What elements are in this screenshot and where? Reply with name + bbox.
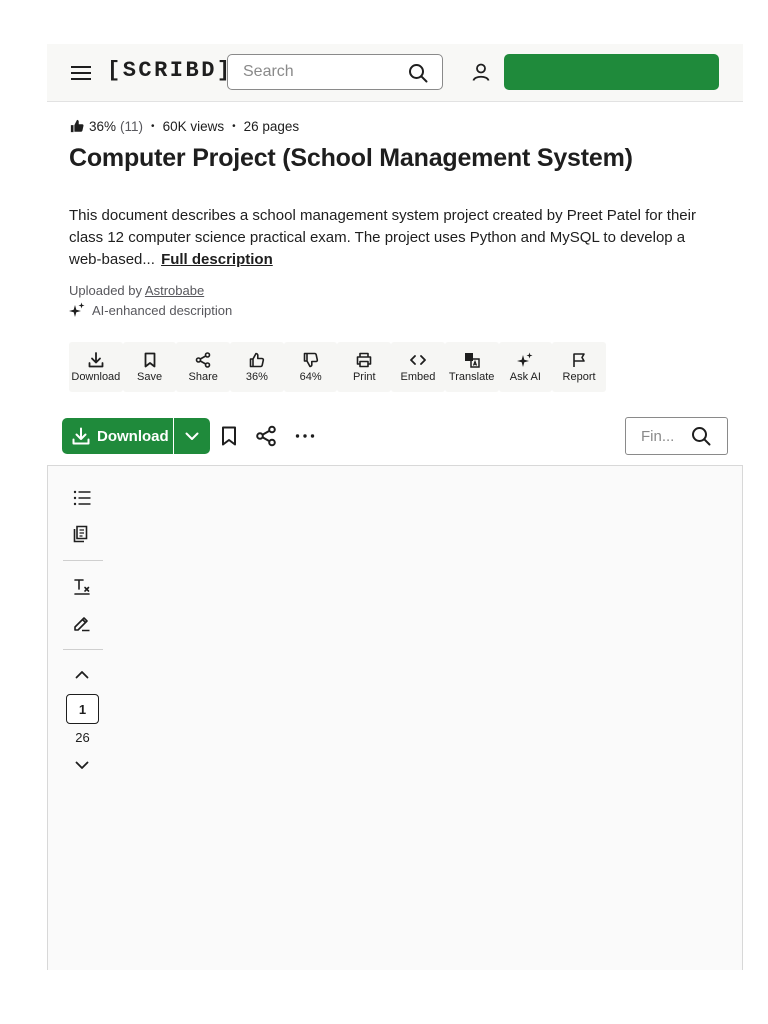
chevron-up-icon[interactable] (73, 666, 91, 684)
find-in-document (625, 417, 728, 455)
search-input[interactable] (229, 56, 399, 88)
action-label: Save (136, 370, 163, 383)
document-viewer: 1 26 (47, 465, 743, 970)
document-description: This document describes a school managem… (69, 205, 719, 271)
sparkle-icon (69, 302, 85, 317)
page-thumbnails-icon[interactable] (73, 525, 91, 543)
action-print[interactable]: Print (337, 342, 392, 392)
action-label: Translate (448, 370, 495, 383)
search-icon[interactable] (691, 426, 711, 446)
action-report[interactable]: Report (552, 342, 606, 392)
uploaded-by-label: Uploaded by (69, 283, 142, 298)
cta-button[interactable] (504, 54, 719, 90)
separator-dot: • (151, 120, 155, 132)
uploaded-by: Uploaded by Astrobabe (69, 283, 204, 298)
bookmark-icon (144, 352, 155, 367)
search-box (227, 54, 443, 90)
action-like[interactable]: 36% (230, 342, 284, 392)
user-icon[interactable] (471, 62, 491, 82)
action-translate[interactable]: Translate (444, 342, 499, 392)
separator-dot: • (232, 120, 236, 132)
ai-note: AI-enhanced description (69, 302, 232, 318)
thumbs-up-icon (249, 352, 265, 367)
text-size-icon[interactable] (73, 578, 91, 596)
action-embed[interactable]: Embed (391, 342, 445, 392)
thumbs-up-icon (70, 119, 84, 133)
full-description-link[interactable]: Full description (161, 251, 273, 268)
share-icon (195, 351, 211, 368)
site-header: [SCRIBD] (47, 44, 743, 102)
flag-icon (573, 352, 585, 367)
find-input[interactable] (627, 419, 683, 453)
current-page-input[interactable]: 1 (66, 694, 99, 724)
action-label: Embed (400, 370, 436, 383)
sparkle-icon (517, 352, 533, 367)
download-split-button: Download (62, 418, 210, 454)
action-download[interactable]: Download (69, 342, 123, 392)
rating-percent: 36% (89, 118, 117, 134)
action-label: Share (188, 370, 218, 383)
total-pages: 26 (75, 730, 90, 745)
scribd-logo[interactable]: [SCRIBD] (107, 58, 233, 83)
action-label: Report (562, 370, 596, 383)
translate-icon (464, 352, 480, 368)
view-count: 60K views (162, 118, 225, 134)
table-of-contents-icon[interactable] (73, 489, 91, 507)
page-count: 26 pages (243, 118, 300, 134)
embed-icon (410, 354, 426, 365)
document-meta: 36% (11) • 60K views • 26 pages (70, 117, 299, 135)
action-label: 64% (299, 370, 322, 383)
thumbs-down-icon (303, 352, 318, 367)
action-label: Print (352, 370, 376, 383)
print-icon (356, 352, 372, 367)
chevron-down-icon[interactable] (73, 756, 91, 774)
download-button[interactable]: Download (62, 418, 174, 454)
ai-note-text: AI-enhanced description (92, 302, 233, 318)
sidebar-divider (63, 560, 103, 561)
sidebar-divider (63, 649, 103, 650)
action-bar: Download Save Share 36% 64% Print Embed … (69, 342, 606, 392)
action-ask-ai[interactable]: Ask AI (498, 342, 553, 392)
action-save[interactable]: Save (122, 342, 177, 392)
annotate-pencil-icon[interactable] (73, 614, 91, 632)
share-icon[interactable] (255, 425, 277, 447)
action-label: 36% (245, 370, 268, 383)
document-title: Computer Project (School Management Syst… (69, 144, 633, 172)
action-dislike[interactable]: 64% (283, 342, 338, 392)
chevron-down-icon (185, 432, 199, 440)
bookmark-icon[interactable] (218, 425, 240, 447)
search-icon[interactable] (408, 63, 428, 83)
more-options-icon[interactable] (294, 425, 316, 447)
action-label: Download (71, 370, 121, 383)
download-icon (72, 427, 90, 445)
action-share[interactable]: Share (176, 342, 231, 392)
download-icon (88, 351, 104, 367)
action-label: Ask AI (509, 370, 541, 383)
uploader-link[interactable]: Astrobabe (145, 283, 204, 298)
download-label: Download (97, 427, 169, 445)
menu-icon[interactable] (71, 64, 91, 82)
rating-count: (11) (120, 118, 144, 134)
download-options-button[interactable] (174, 418, 210, 454)
